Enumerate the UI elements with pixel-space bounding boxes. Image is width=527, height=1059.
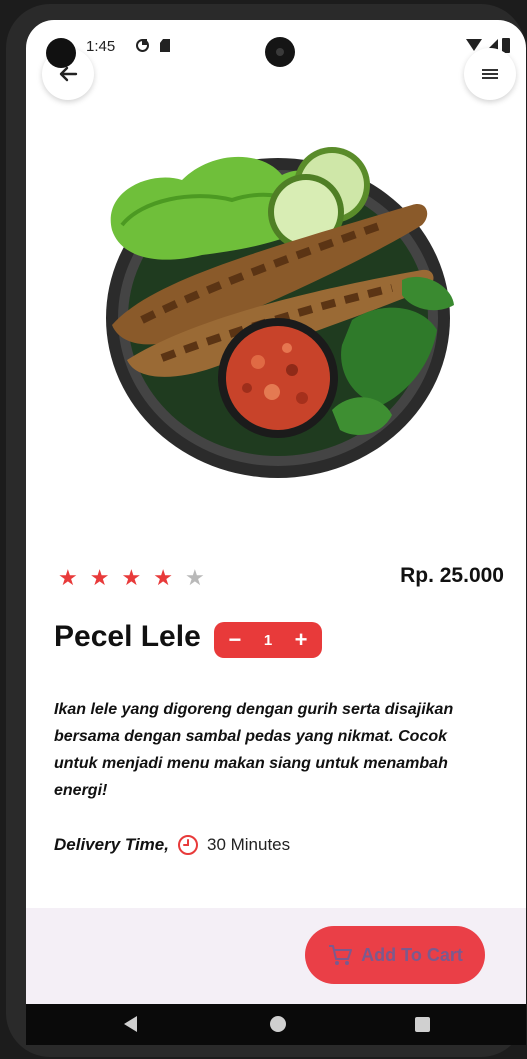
nav-back-icon[interactable] (124, 1016, 137, 1032)
product-name: Pecel Lele (54, 620, 201, 653)
star-icon: ★ (58, 565, 78, 590)
sim-card-icon (160, 39, 170, 52)
rating-stars: ★ ★ ★ ★ ★ (58, 567, 205, 589)
cart-icon (329, 945, 353, 965)
add-to-cart-label: Add To Cart (361, 944, 463, 965)
status-bar: 1:45 (26, 20, 526, 72)
phone-frame: 1:45 ★ ★ ★ ★ ★ Rp. 25.000 Pecel Lele − 1… (0, 0, 527, 1059)
star-icon: ★ (121, 565, 142, 590)
add-to-cart-button[interactable]: Add To Cart (305, 926, 485, 984)
delivery-info: Delivery Time, 30 Minutes (54, 834, 290, 856)
nav-recent-apps-icon[interactable] (415, 1017, 430, 1032)
product-price: Rp. 25.000 (400, 564, 504, 587)
star-icon: ★ (153, 565, 173, 590)
menu-button[interactable] (464, 48, 516, 100)
touch-indicator (46, 38, 76, 68)
delivery-time-value: 30 Minutes (206, 835, 291, 854)
star-icon: ★ (184, 565, 205, 590)
food-image (106, 147, 454, 478)
google-notification-icon (136, 39, 149, 52)
nav-home-icon[interactable] (270, 1016, 286, 1032)
quantity-value: 1 (263, 631, 273, 649)
system-nav-bar (26, 1004, 526, 1045)
decrease-quantity-button[interactable]: − (222, 629, 248, 651)
quantity-stepper: − 1 + (214, 622, 322, 658)
status-time: 1:45 (86, 38, 116, 55)
clock-icon (177, 835, 198, 855)
app-screen: 1:45 ★ ★ ★ ★ ★ Rp. 25.000 Pecel Lele − 1… (26, 20, 526, 1045)
increase-quantity-button[interactable]: + (288, 629, 314, 651)
star-icon: ★ (89, 565, 110, 590)
product-description: Ikan lele yang digoreng dengan gurih ser… (54, 701, 454, 799)
front-camera (265, 37, 295, 67)
bottom-action-bar: Add To Cart (26, 908, 526, 1004)
hamburger-menu-icon (482, 69, 498, 79)
delivery-label: Delivery Time, (54, 835, 169, 854)
